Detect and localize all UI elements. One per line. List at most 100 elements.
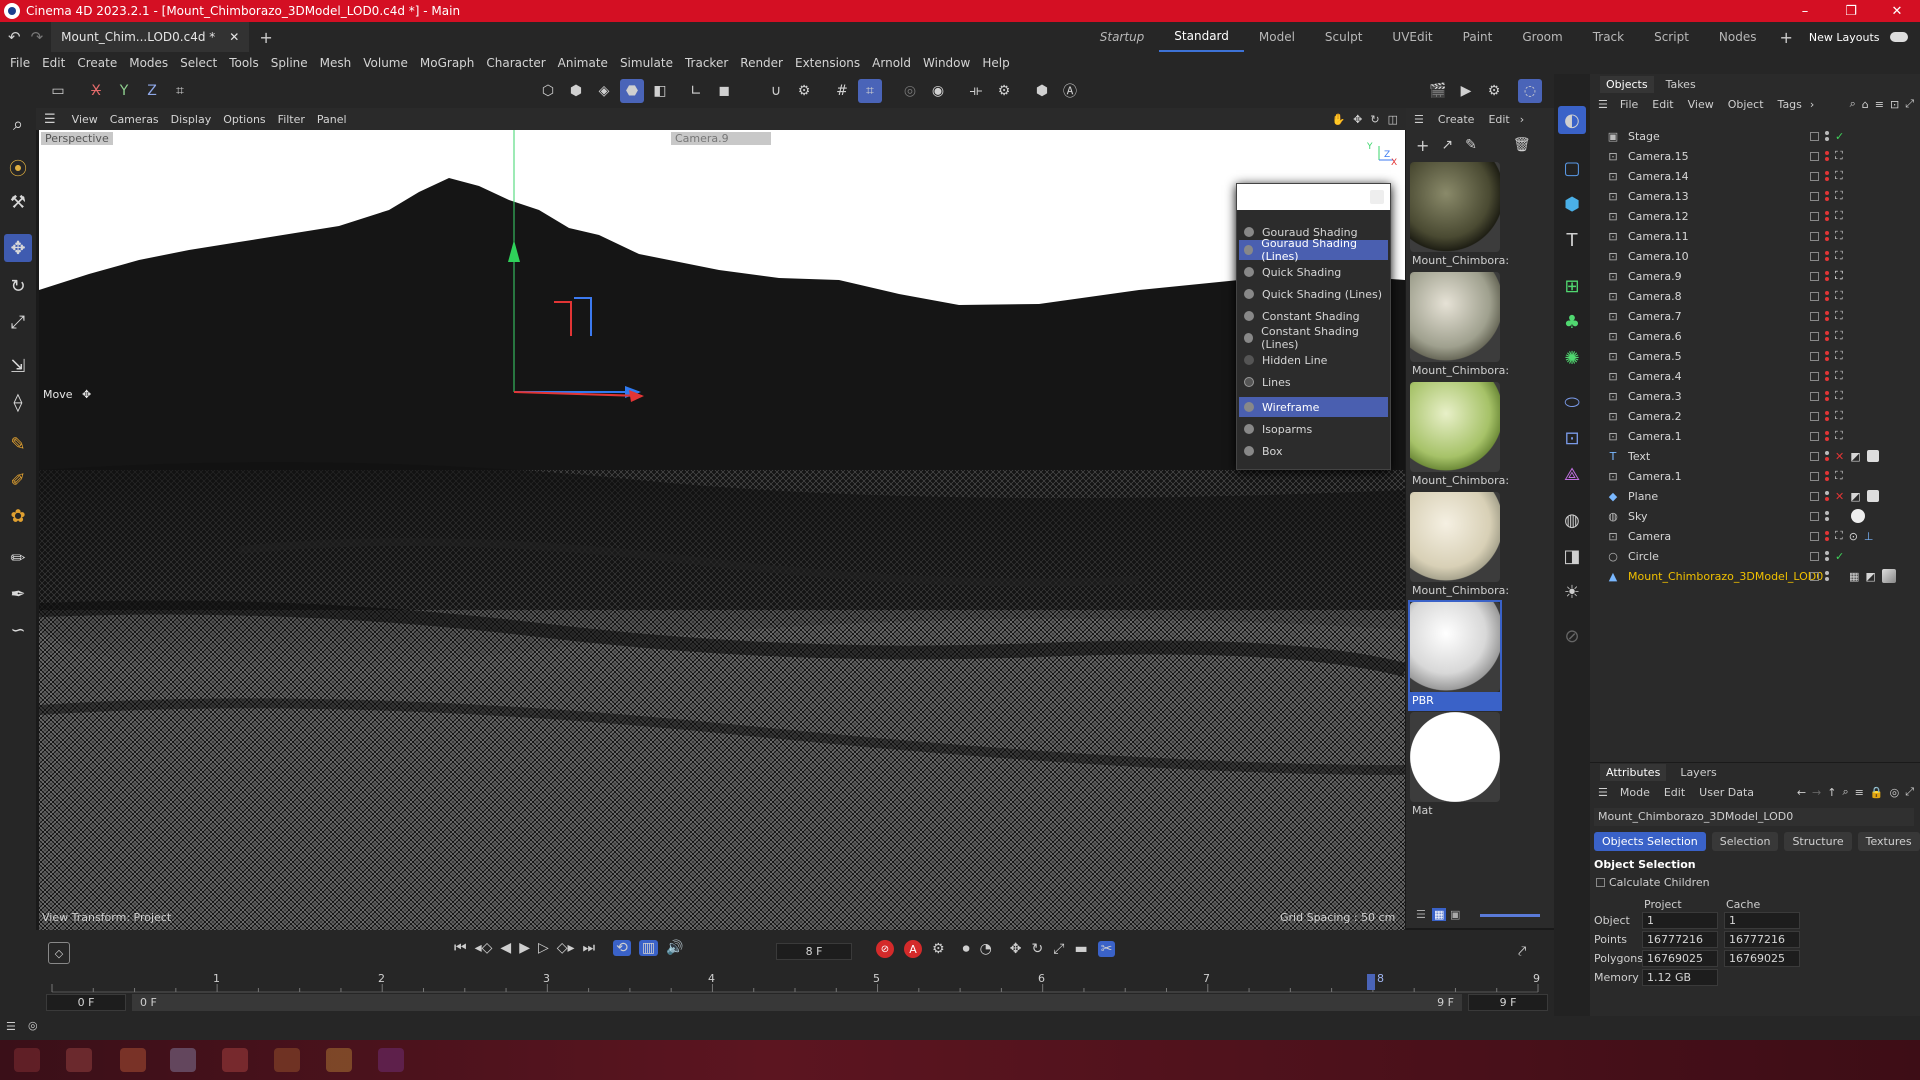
- protection-tag-icon[interactable]: ⊥: [1864, 530, 1874, 543]
- toggle-view-icon[interactable]: ◫: [1388, 113, 1398, 126]
- document-tab[interactable]: Mount_Chim...LOD0.c4d * ✕: [51, 22, 250, 52]
- cube-icon[interactable]: ⬢: [1558, 190, 1586, 218]
- object-more-icon[interactable]: ›: [1810, 98, 1814, 111]
- layout-tab-uvedit[interactable]: UVEdit: [1377, 22, 1447, 52]
- shading-wireframe[interactable]: Wireframe: [1239, 397, 1388, 417]
- record-position-icon[interactable]: ✥: [1010, 941, 1022, 957]
- visibility-check[interactable]: [1810, 551, 1819, 561]
- target-tag-icon[interactable]: ⛶: [1835, 369, 1843, 383]
- light-icon[interactable]: ☀: [1558, 578, 1586, 606]
- render-view-icon[interactable]: ⬢: [1030, 79, 1054, 103]
- edit-render-settings-icon[interactable]: ⚙: [1482, 79, 1506, 103]
- undo-icon[interactable]: ↶: [8, 28, 21, 46]
- tab-layers[interactable]: Layers: [1680, 766, 1716, 779]
- record-pla-icon[interactable]: ✂: [1097, 941, 1116, 957]
- viewport-menu-display[interactable]: Display: [165, 113, 218, 126]
- object-row-circle[interactable]: ○ Circle ✓: [1590, 546, 1920, 566]
- shading-dropdown-close[interactable]: [1370, 190, 1384, 204]
- object-row-camera[interactable]: ⊡ Camera ⛶ ⊙ ⊥: [1590, 526, 1920, 546]
- add-tab-icon[interactable]: +: [259, 28, 272, 47]
- visibility-dots[interactable]: [1825, 271, 1829, 281]
- sky-material-tag-icon[interactable]: [1851, 509, 1865, 523]
- parameter-record-icon[interactable]: ◔: [980, 941, 992, 957]
- phong-tag-icon[interactable]: ◩: [1850, 490, 1860, 503]
- disabled-cross-icon[interactable]: ✕: [1835, 450, 1844, 463]
- points-mode-icon[interactable]: ⬢: [564, 79, 588, 103]
- magnet-snap-icon[interactable]: ∪: [764, 79, 788, 103]
- viewport-menu-panel[interactable]: Panel: [311, 113, 353, 126]
- shading-quick[interactable]: Quick Shading: [1239, 262, 1388, 282]
- layout-tab-sculpt[interactable]: Sculpt: [1310, 22, 1377, 52]
- target-tag-icon[interactable]: ⛶: [1835, 169, 1843, 183]
- visibility-dots[interactable]: [1825, 171, 1829, 181]
- visibility-check[interactable]: [1810, 211, 1819, 221]
- menu-window[interactable]: Window: [917, 56, 976, 70]
- loop-icon[interactable]: ⟲: [613, 940, 631, 956]
- record-icon[interactable]: ⊘: [876, 940, 894, 958]
- material-hamburger-icon[interactable]: ☰: [1414, 113, 1424, 126]
- menu-volume[interactable]: Volume: [357, 56, 414, 70]
- pick-material-icon[interactable]: ✎: [1465, 137, 1477, 153]
- menu-file[interactable]: File: [4, 56, 36, 70]
- target-tag-icon[interactable]: ⛶: [1835, 209, 1843, 223]
- attribute-lock-icon[interactable]: 🔒: [1870, 786, 1884, 799]
- attribute-expand-icon[interactable]: ⤢: [1905, 785, 1914, 799]
- minimize-button[interactable]: –: [1782, 0, 1828, 22]
- rotate-view-icon[interactable]: ↻: [1370, 113, 1379, 126]
- visibility-dots[interactable]: [1825, 491, 1829, 501]
- visibility-check[interactable]: [1810, 151, 1819, 161]
- arnold-icon[interactable]: Ⓐ: [1058, 79, 1082, 103]
- layout-tab-track[interactable]: Track: [1578, 22, 1639, 52]
- live-selection-icon[interactable]: ⦿: [4, 154, 32, 182]
- attribute-settings-icon[interactable]: ◎: [1890, 786, 1900, 799]
- timeline-settings-icon[interactable]: ⤤: [1518, 942, 1526, 960]
- menu-simulate[interactable]: Simulate: [614, 56, 679, 70]
- visibility-check[interactable]: [1810, 491, 1819, 501]
- object-row-camera-1[interactable]: ⊡ Camera.1 ⛶: [1590, 426, 1920, 446]
- sculpt-icon[interactable]: ✒: [4, 580, 32, 608]
- visibility-dots[interactable]: [1825, 291, 1829, 301]
- shading-isoparms[interactable]: Isoparms: [1239, 419, 1388, 439]
- start-frame-field[interactable]: 0 F: [46, 994, 126, 1011]
- target-tag-icon[interactable]: ⛶: [1835, 289, 1843, 303]
- render-settings-icon[interactable]: ◉: [926, 79, 950, 103]
- render-region-icon[interactable]: ◎: [898, 79, 922, 103]
- target-tag-icon[interactable]: ⛶: [1835, 189, 1843, 203]
- target-tag-icon[interactable]: ⛶: [1835, 349, 1843, 363]
- object-search-icon[interactable]: ⌕: [1850, 97, 1856, 111]
- range-slider[interactable]: 0 F 9 F: [132, 994, 1462, 1011]
- delete-material-icon[interactable]: 🗑: [1513, 137, 1531, 153]
- end-frame-field[interactable]: 9 F: [1468, 994, 1548, 1011]
- visibility-check[interactable]: [1810, 371, 1819, 381]
- phong-tag-icon[interactable]: ◩: [1865, 570, 1875, 583]
- menu-create[interactable]: Create: [71, 56, 123, 70]
- attribute-menu-user-data[interactable]: User Data: [1699, 786, 1754, 799]
- maximize-button[interactable]: ❐: [1828, 0, 1874, 22]
- menu-animate[interactable]: Animate: [552, 56, 614, 70]
- visibility-dots[interactable]: [1825, 451, 1829, 461]
- shading-constant[interactable]: Constant Shading: [1239, 306, 1388, 326]
- phong-tag-icon[interactable]: ◩: [1850, 450, 1860, 463]
- record-rotation-icon[interactable]: ↻: [1032, 941, 1044, 957]
- object-menu-file[interactable]: File: [1620, 98, 1638, 111]
- visibility-check[interactable]: [1810, 171, 1819, 181]
- status-check-icon[interactable]: ◎: [28, 1019, 38, 1032]
- menu-mesh[interactable]: Mesh: [314, 56, 358, 70]
- target-tag-icon[interactable]: ⛶: [1835, 429, 1843, 443]
- object-lock-icon[interactable]: ⊡: [1890, 98, 1899, 111]
- add-layout-icon[interactable]: +: [1779, 28, 1792, 47]
- menu-help[interactable]: Help: [976, 56, 1015, 70]
- object-menu-tags[interactable]: Tags: [1778, 98, 1802, 111]
- object-row-mount-chimborazo[interactable]: ▲ Mount_Chimborazo_3DModel_LOD0 ▦ ◩: [1590, 566, 1920, 586]
- layout-tab-script[interactable]: Script: [1639, 22, 1704, 52]
- attribute-menu-mode[interactable]: Mode: [1620, 786, 1650, 799]
- object-menu-view[interactable]: View: [1688, 98, 1714, 111]
- taskbar-icon-4[interactable]: [170, 1048, 196, 1072]
- active-camera-tag-icon[interactable]: ⛶: [1835, 269, 1843, 283]
- symmetry-settings-icon[interactable]: ⚙: [992, 79, 1016, 103]
- environment-icon[interactable]: ◍: [1558, 506, 1586, 534]
- keyframe-icon[interactable]: ◇: [48, 942, 70, 964]
- material-tag-icon[interactable]: [1866, 450, 1879, 462]
- visibility-check[interactable]: [1810, 451, 1819, 461]
- visibility-dots[interactable]: [1825, 311, 1829, 321]
